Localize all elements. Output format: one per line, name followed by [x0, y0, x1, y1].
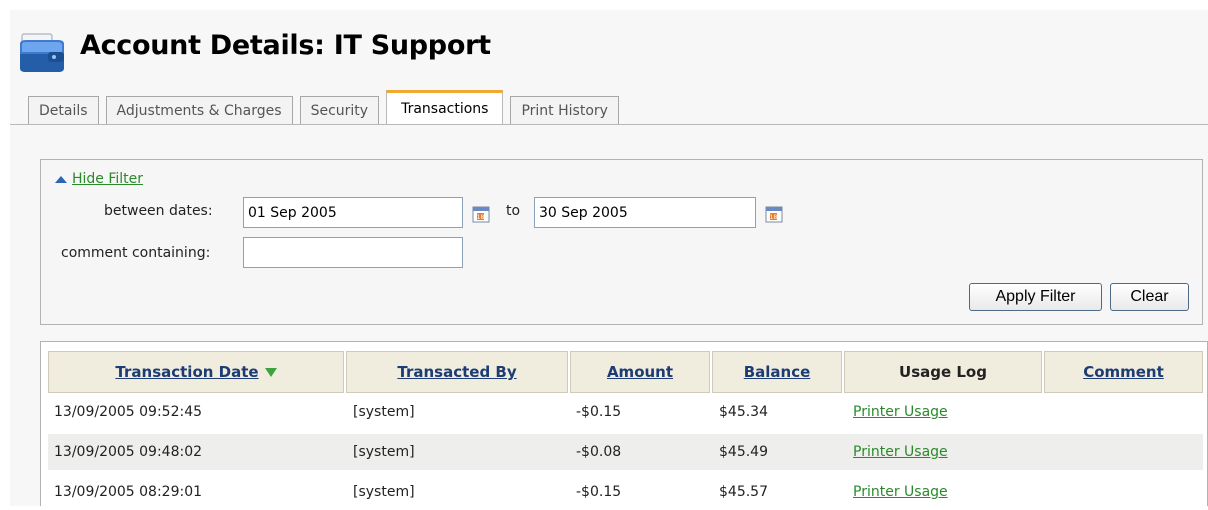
comment-input[interactable] [243, 237, 463, 268]
cell-amount: -$0.15 [576, 404, 622, 420]
tab-transactions[interactable]: Transactions [386, 90, 504, 124]
cell-balance: $45.57 [719, 484, 768, 500]
tab-adjustments-charges[interactable]: Adjustments & Charges [105, 96, 293, 124]
hide-filter-label: Hide Filter [72, 171, 144, 187]
column-header-comment-label: Comment [1083, 363, 1164, 381]
column-header-transaction-date[interactable]: Transaction Date [48, 351, 344, 393]
sort-descending-icon [264, 367, 277, 377]
cell-balance: $45.49 [719, 444, 768, 460]
column-header-balance[interactable]: Balance [712, 351, 842, 393]
cell-transacted-by: [system] [353, 404, 415, 420]
column-header-transaction-date-label: Transaction Date [115, 363, 259, 381]
table-row: 13/09/2005 09:48:02 [system] -$0.08 $45.… [48, 434, 1203, 470]
column-header-transacted-by-label: Transacted By [397, 363, 517, 381]
cell-transaction-date: 13/09/2005 08:29:01 [54, 484, 203, 500]
column-header-usage-log-label: Usage Log [899, 363, 987, 381]
date-to-input[interactable] [534, 197, 756, 228]
table-row: 13/09/2005 08:29:01 [system] -$0.15 $45.… [48, 474, 1203, 510]
column-header-balance-label: Balance [743, 363, 811, 381]
cell-transaction-date: 13/09/2005 09:52:45 [54, 404, 203, 420]
printer-usage-link[interactable]: Printer Usage [853, 484, 948, 500]
between-dates-label: between dates: [104, 203, 213, 219]
clear-button[interactable]: Clear [1110, 283, 1189, 311]
apply-filter-button[interactable]: Apply Filter [969, 283, 1102, 311]
tab-divider [10, 124, 1208, 125]
table-row: 13/09/2005 09:52:45 [system] -$0.15 $45.… [48, 394, 1203, 430]
to-label: to [506, 203, 521, 219]
tab-print-history[interactable]: Print History [510, 96, 619, 124]
tab-details[interactable]: Details [28, 96, 99, 124]
calendar-from-icon[interactable]: 18 [472, 205, 490, 223]
calendar-to-icon[interactable]: 18 [765, 205, 783, 223]
cell-amount: -$0.15 [576, 484, 622, 500]
cell-balance: $45.34 [719, 404, 768, 420]
column-header-amount-label: Amount [606, 363, 674, 381]
page-title: Account Details: IT Support [80, 30, 491, 61]
tab-bar: Details Adjustments & Charges Security T… [28, 90, 626, 124]
svg-text:18: 18 [770, 214, 778, 221]
column-header-transacted-by[interactable]: Transacted By [346, 351, 568, 393]
hide-filter-link[interactable]: Hide Filter [55, 171, 143, 187]
printer-usage-link[interactable]: Printer Usage [853, 444, 948, 460]
cell-transaction-date: 13/09/2005 09:48:02 [54, 444, 203, 460]
tab-security[interactable]: Security [299, 96, 380, 124]
printer-usage-link[interactable]: Printer Usage [853, 404, 948, 420]
account-wallet-icon [20, 33, 64, 72]
date-from-input[interactable] [243, 197, 463, 228]
column-header-amount[interactable]: Amount [570, 351, 710, 393]
triangle-up-icon [55, 175, 67, 183]
column-header-usage-log: Usage Log [844, 351, 1042, 393]
comment-containing-label: comment containing: [61, 245, 211, 261]
column-header-comment[interactable]: Comment [1044, 351, 1203, 393]
cell-amount: -$0.08 [576, 444, 622, 460]
cell-transacted-by: [system] [353, 444, 415, 460]
svg-text:18: 18 [477, 214, 485, 221]
cell-transacted-by: [system] [353, 484, 415, 500]
